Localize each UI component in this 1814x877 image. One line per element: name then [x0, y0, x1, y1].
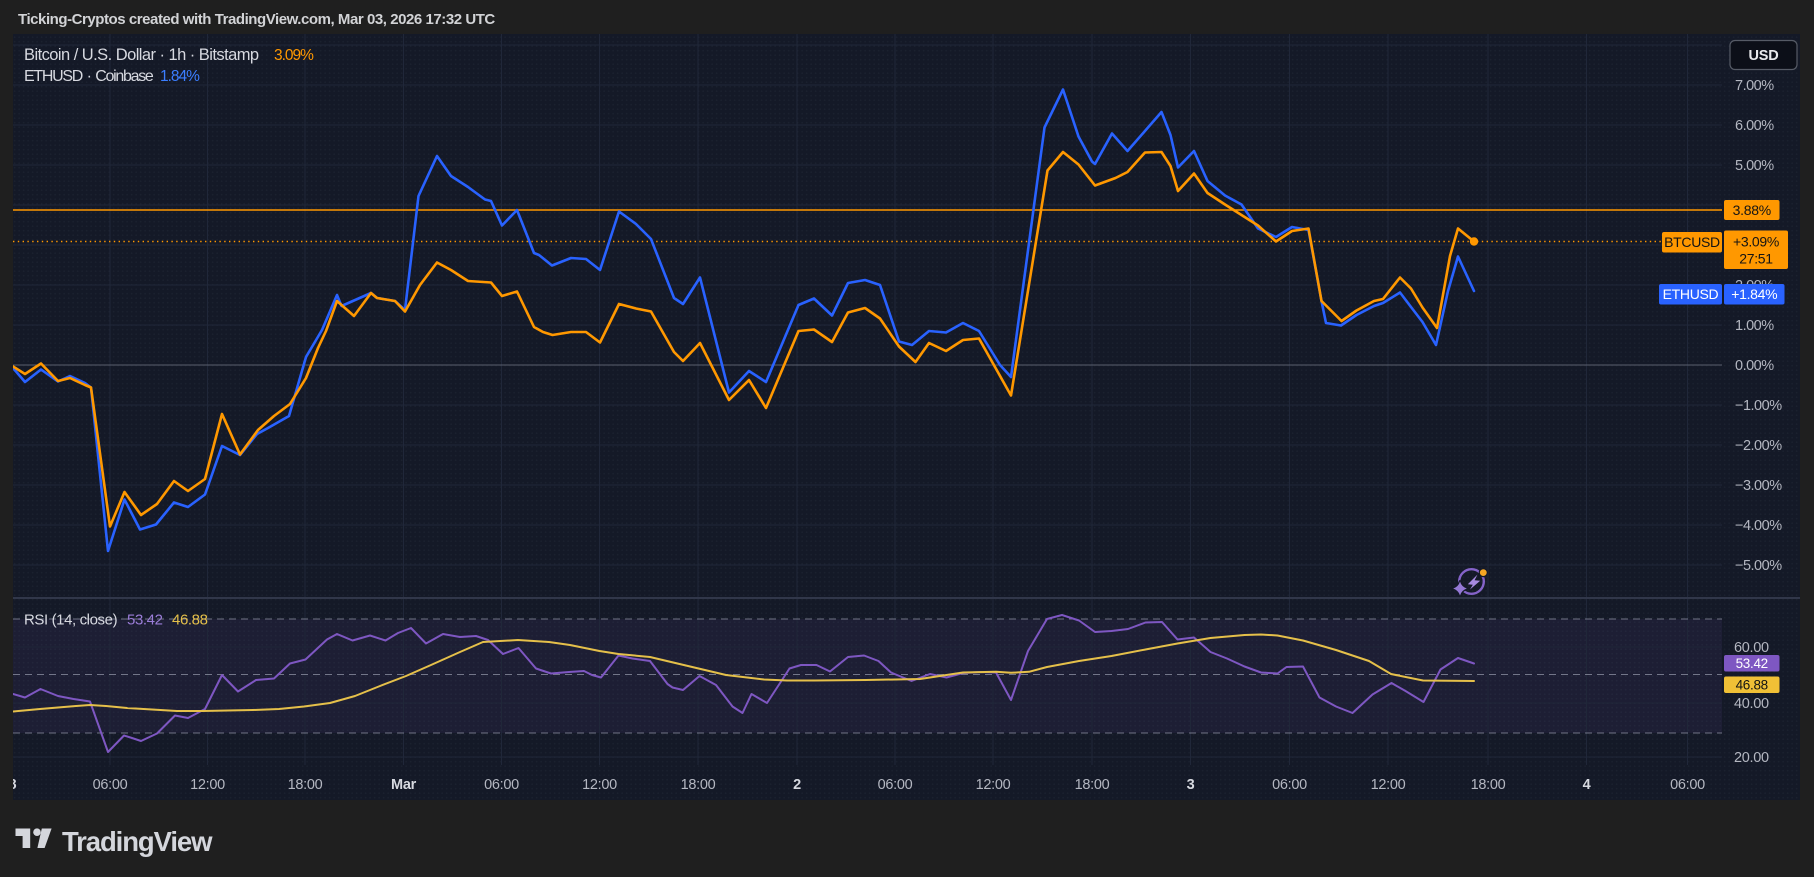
svg-text:18:00: 18:00 — [288, 777, 323, 793]
svg-text:46.88: 46.88 — [1736, 678, 1768, 693]
svg-text:3.09%: 3.09% — [274, 47, 314, 64]
svg-text:3.88%: 3.88% — [1733, 202, 1771, 218]
svg-text:06:00: 06:00 — [1670, 777, 1705, 793]
svg-text:1.84%: 1.84% — [160, 68, 200, 85]
svg-text:USD: USD — [1748, 48, 1778, 64]
svg-text:12:00: 12:00 — [1371, 777, 1406, 793]
svg-text:20.00: 20.00 — [1734, 750, 1769, 766]
svg-text:Bitcoin / U.S. Dollar · 1h · B: Bitcoin / U.S. Dollar · 1h · Bitstamp — [24, 46, 259, 64]
svg-text:06:00: 06:00 — [93, 777, 128, 793]
svg-text:−3.00%: −3.00% — [1735, 478, 1782, 494]
svg-text:1.00%: 1.00% — [1735, 318, 1774, 334]
svg-text:2: 2 — [793, 777, 801, 793]
svg-text:Mar: Mar — [391, 777, 417, 793]
svg-text:12:00: 12:00 — [582, 777, 617, 793]
svg-text:−5.00%: −5.00% — [1735, 558, 1782, 574]
svg-text:BTCUSD: BTCUSD — [1664, 234, 1720, 250]
svg-text:−2.00%: −2.00% — [1735, 438, 1782, 454]
svg-text:28: 28 — [13, 777, 16, 793]
svg-text:7.00%: 7.00% — [1735, 78, 1774, 94]
svg-text:12:00: 12:00 — [190, 777, 225, 793]
svg-text:06:00: 06:00 — [878, 777, 913, 793]
svg-text:18:00: 18:00 — [1075, 777, 1110, 793]
svg-text:3: 3 — [1187, 777, 1195, 793]
svg-text:ETHUSD: ETHUSD — [1663, 286, 1719, 302]
svg-text:60.00: 60.00 — [1734, 640, 1769, 656]
svg-text:5.00%: 5.00% — [1735, 158, 1774, 174]
svg-text:0.00%: 0.00% — [1735, 358, 1774, 374]
svg-text:46.88: 46.88 — [172, 612, 208, 629]
svg-text:06:00: 06:00 — [484, 777, 519, 793]
svg-text:4: 4 — [1583, 777, 1591, 793]
svg-text:12:00: 12:00 — [976, 777, 1011, 793]
svg-text:+1.84%: +1.84% — [1731, 286, 1777, 302]
svg-text:−1.00%: −1.00% — [1735, 398, 1782, 414]
svg-text:27:51: 27:51 — [1739, 251, 1773, 267]
svg-text:53.42: 53.42 — [127, 612, 163, 629]
svg-text:RSI (14, close): RSI (14, close) — [24, 612, 118, 629]
svg-text:+3.09%: +3.09% — [1733, 234, 1779, 250]
svg-text:53.42: 53.42 — [1736, 656, 1768, 671]
svg-text:6.00%: 6.00% — [1735, 118, 1774, 134]
svg-text:ETHUSD · Coinbase: ETHUSD · Coinbase — [24, 68, 154, 85]
svg-text:18:00: 18:00 — [681, 777, 716, 793]
svg-text:40.00: 40.00 — [1734, 696, 1769, 712]
svg-text:18:00: 18:00 — [1471, 777, 1506, 793]
svg-text:06:00: 06:00 — [1272, 777, 1307, 793]
svg-text:−4.00%: −4.00% — [1735, 518, 1782, 534]
